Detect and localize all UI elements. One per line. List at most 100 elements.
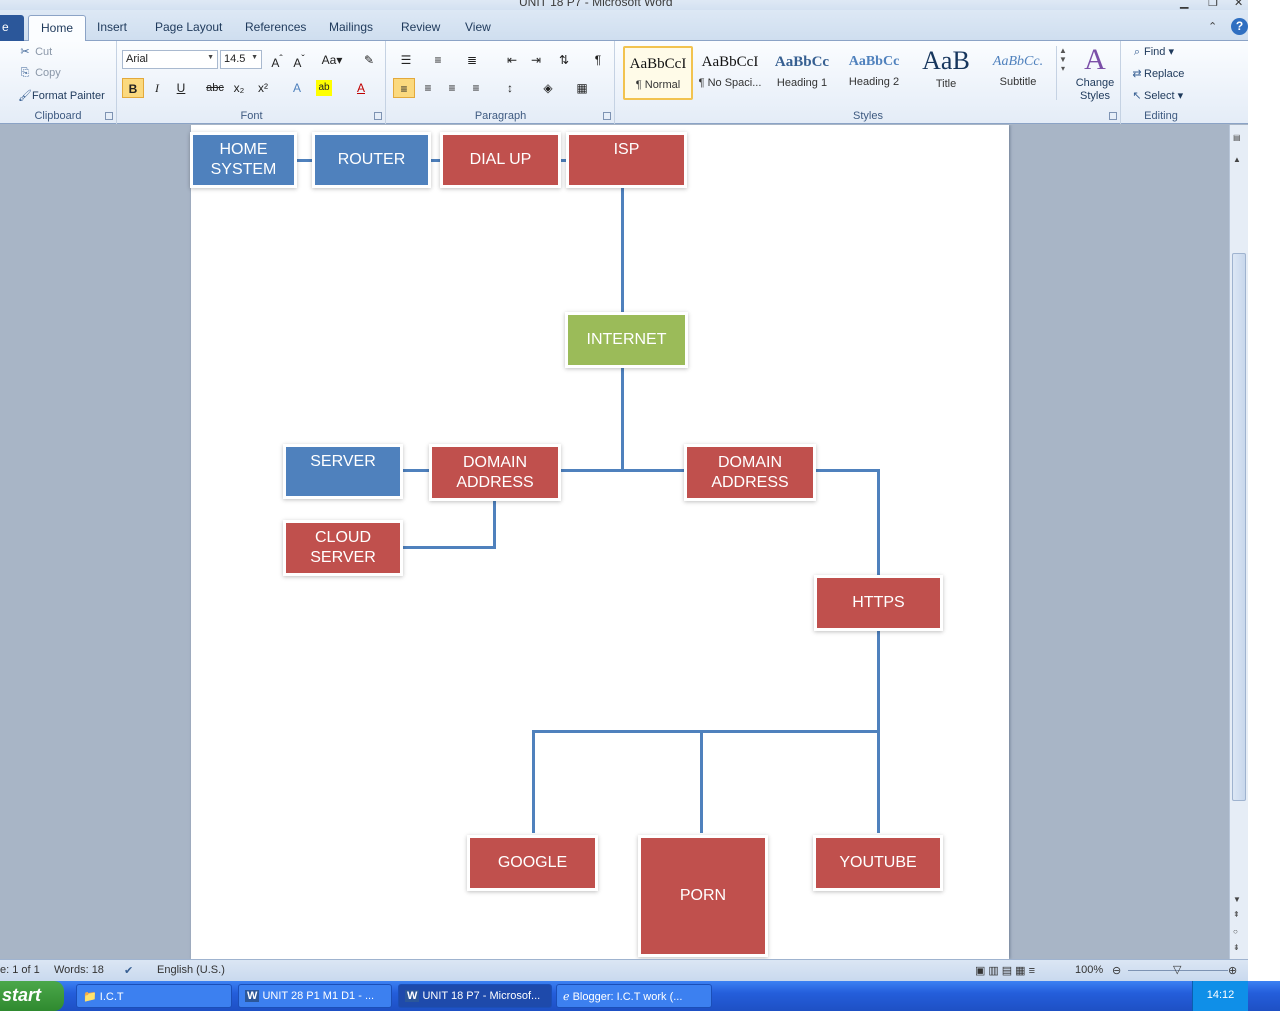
start-button[interactable]: start (0, 981, 64, 1011)
borders-icon[interactable]: ▦ (571, 78, 593, 98)
node-domain-address-right[interactable]: DOMAIN ADDRESS (687, 447, 813, 498)
strikethrough-button[interactable]: abc (204, 78, 226, 98)
node-isp[interactable]: ISP (569, 135, 684, 185)
help-icon[interactable]: ? (1231, 18, 1248, 35)
tab-insert[interactable]: Insert (97, 20, 127, 34)
connector (621, 367, 624, 472)
node-cloud-server[interactable]: CLOUD SERVER (286, 523, 400, 573)
minimize-icon[interactable]: ▁ (1180, 0, 1188, 9)
copy-button[interactable]: ⎘ Copy (18, 67, 61, 80)
change-case-button[interactable]: Aa▾ (318, 50, 346, 70)
justify-button[interactable]: ≡ (465, 78, 487, 98)
node-router[interactable]: ROUTER (315, 135, 428, 185)
system-clock[interactable]: 14:12 (1192, 981, 1248, 1011)
tab-page-layout[interactable]: Page Layout (155, 20, 222, 34)
clear-formatting-icon[interactable]: ✎ (358, 50, 380, 70)
zoom-out-icon[interactable]: ⊖ (1112, 964, 1121, 977)
increase-indent-icon[interactable]: ⇥ (525, 50, 547, 70)
show-marks-icon[interactable]: ¶ (587, 50, 609, 70)
task-unit-28[interactable]: W UNIT 28 P1 M1 D1 - ... (238, 984, 392, 1008)
tab-home[interactable]: Home (28, 15, 87, 42)
node-google[interactable]: GOOGLE (470, 838, 595, 888)
page-count[interactable]: e: 1 of 1 (0, 964, 40, 976)
document-page[interactable]: HOME SYSTEM ROUTER DIAL UP ISP INTERNET … (191, 125, 1009, 959)
binoculars-icon: ⌕ (1133, 46, 1141, 58)
restore-icon[interactable]: ❐ (1208, 0, 1218, 9)
text-effects-icon[interactable]: A (286, 78, 308, 98)
decrease-indent-icon[interactable]: ⇤ (501, 50, 523, 70)
file-tab[interactable]: e (0, 15, 24, 41)
node-home-system[interactable]: HOME SYSTEM (193, 135, 294, 185)
font-color-icon[interactable]: A (350, 78, 372, 98)
view-buttons[interactable]: ▣▥▤▦≡ (975, 964, 1038, 977)
italic-button[interactable]: I (146, 78, 168, 98)
connector (814, 469, 879, 472)
word-count[interactable]: Words: 18 (54, 964, 104, 976)
vertical-scrollbar[interactable]: ▤ ▲ ▼ ⇞ ○ ⇟ (1229, 125, 1248, 959)
task-ict-folder[interactable]: 📁 I.C.T (76, 984, 232, 1008)
scroll-down-icon[interactable]: ▼ (1233, 895, 1241, 904)
style-title[interactable]: AaB Title (911, 46, 981, 100)
format-painter-button[interactable]: 🖌Format Painter (18, 89, 105, 102)
zoom-slider-thumb[interactable]: ▽ (1173, 963, 1181, 976)
task-unit-18[interactable]: W UNIT 18 P7 - Microsof... (398, 984, 552, 1008)
zoom-in-icon[interactable]: ⊕ (1228, 964, 1237, 977)
grow-font-button[interactable]: Aˆ (266, 50, 288, 70)
multilevel-list-icon[interactable]: ≣ (461, 50, 483, 70)
align-right-button[interactable]: ≡ (441, 78, 463, 98)
node-dial-up[interactable]: DIAL UP (443, 135, 558, 185)
numbering-icon[interactable]: ≡ (427, 50, 449, 70)
select-button[interactable]: ↖ Select ▾ (1130, 89, 1183, 102)
bold-button[interactable]: B (122, 78, 144, 98)
node-https[interactable]: HTTPS (817, 578, 940, 628)
change-styles-button[interactable]: A Change Styles (1073, 43, 1117, 103)
next-page-icon[interactable]: ⇟ (1233, 943, 1240, 952)
previous-page-icon[interactable]: ⇞ (1233, 910, 1240, 919)
font-size-combo[interactable]: 14.5 ▼ (220, 50, 262, 69)
scroll-thumb[interactable] (1232, 253, 1246, 801)
tab-references[interactable]: References (245, 20, 306, 34)
minimize-ribbon-icon[interactable]: ⌃ (1208, 20, 1217, 33)
bullets-icon[interactable]: ☰ (395, 50, 417, 70)
style-heading-2[interactable]: AaBbCc Heading 2 (839, 46, 909, 100)
styles-launcher-icon[interactable] (1109, 112, 1117, 120)
scroll-up-icon[interactable]: ▲ (1233, 155, 1241, 164)
style-no-spacing[interactable]: AaBbCcI ¶ No Spaci... (695, 46, 765, 100)
cut-button[interactable]: ✂ Cut (18, 45, 52, 58)
node-youtube[interactable]: YOUTUBE (816, 838, 940, 888)
underline-button[interactable]: U (170, 78, 192, 98)
font-launcher-icon[interactable] (374, 112, 382, 120)
find-button[interactable]: ⌕ Find ▾ (1130, 45, 1174, 59)
tab-view[interactable]: View (465, 20, 491, 34)
node-internet[interactable]: INTERNET (568, 315, 685, 365)
align-center-button[interactable]: ≡ (417, 78, 439, 98)
paragraph-launcher-icon[interactable] (603, 112, 611, 120)
language[interactable]: English (U.S.) (157, 964, 225, 976)
styles-scroll[interactable]: ▲ ▼ ▾ (1056, 46, 1069, 100)
font-name-combo[interactable]: Arial ▼ (122, 50, 218, 69)
proofing-icon[interactable]: ✔ (124, 964, 133, 977)
highlight-icon[interactable]: ab (316, 80, 332, 96)
style-heading-1[interactable]: AaBbCc Heading 1 (767, 46, 837, 100)
tab-mailings[interactable]: Mailings (329, 20, 373, 34)
superscript-button[interactable]: x² (252, 78, 274, 98)
sort-icon[interactable]: ⇅ (553, 50, 575, 70)
clipboard-launcher-icon[interactable] (105, 112, 113, 120)
task-blogger[interactable]: ℯ Blogger: I.C.T work (... (556, 984, 712, 1008)
shrink-font-button[interactable]: Aˇ (288, 50, 310, 70)
style-subtitle[interactable]: AaBbCc. Subtitle (983, 46, 1053, 100)
subscript-button[interactable]: x₂ (228, 78, 250, 98)
style-normal[interactable]: AaBbCcI ¶ Normal (623, 46, 693, 100)
replace-button[interactable]: ⇄ Replace (1130, 67, 1184, 80)
ruler-toggle-icon[interactable]: ▤ (1233, 133, 1241, 142)
align-left-button[interactable]: ≡ (393, 78, 415, 98)
node-server[interactable]: SERVER (286, 447, 400, 496)
line-spacing-icon[interactable]: ↕ (499, 78, 521, 98)
browse-object-icon[interactable]: ○ (1233, 927, 1238, 936)
node-domain-address-left[interactable]: DOMAIN ADDRESS (432, 447, 558, 498)
shading-icon[interactable]: ◈ (537, 78, 559, 98)
close-icon[interactable]: ✕ (1234, 0, 1243, 9)
tab-review[interactable]: Review (401, 20, 440, 34)
node-porn[interactable]: PORN (641, 838, 765, 954)
zoom-level[interactable]: 100% (1075, 964, 1103, 976)
